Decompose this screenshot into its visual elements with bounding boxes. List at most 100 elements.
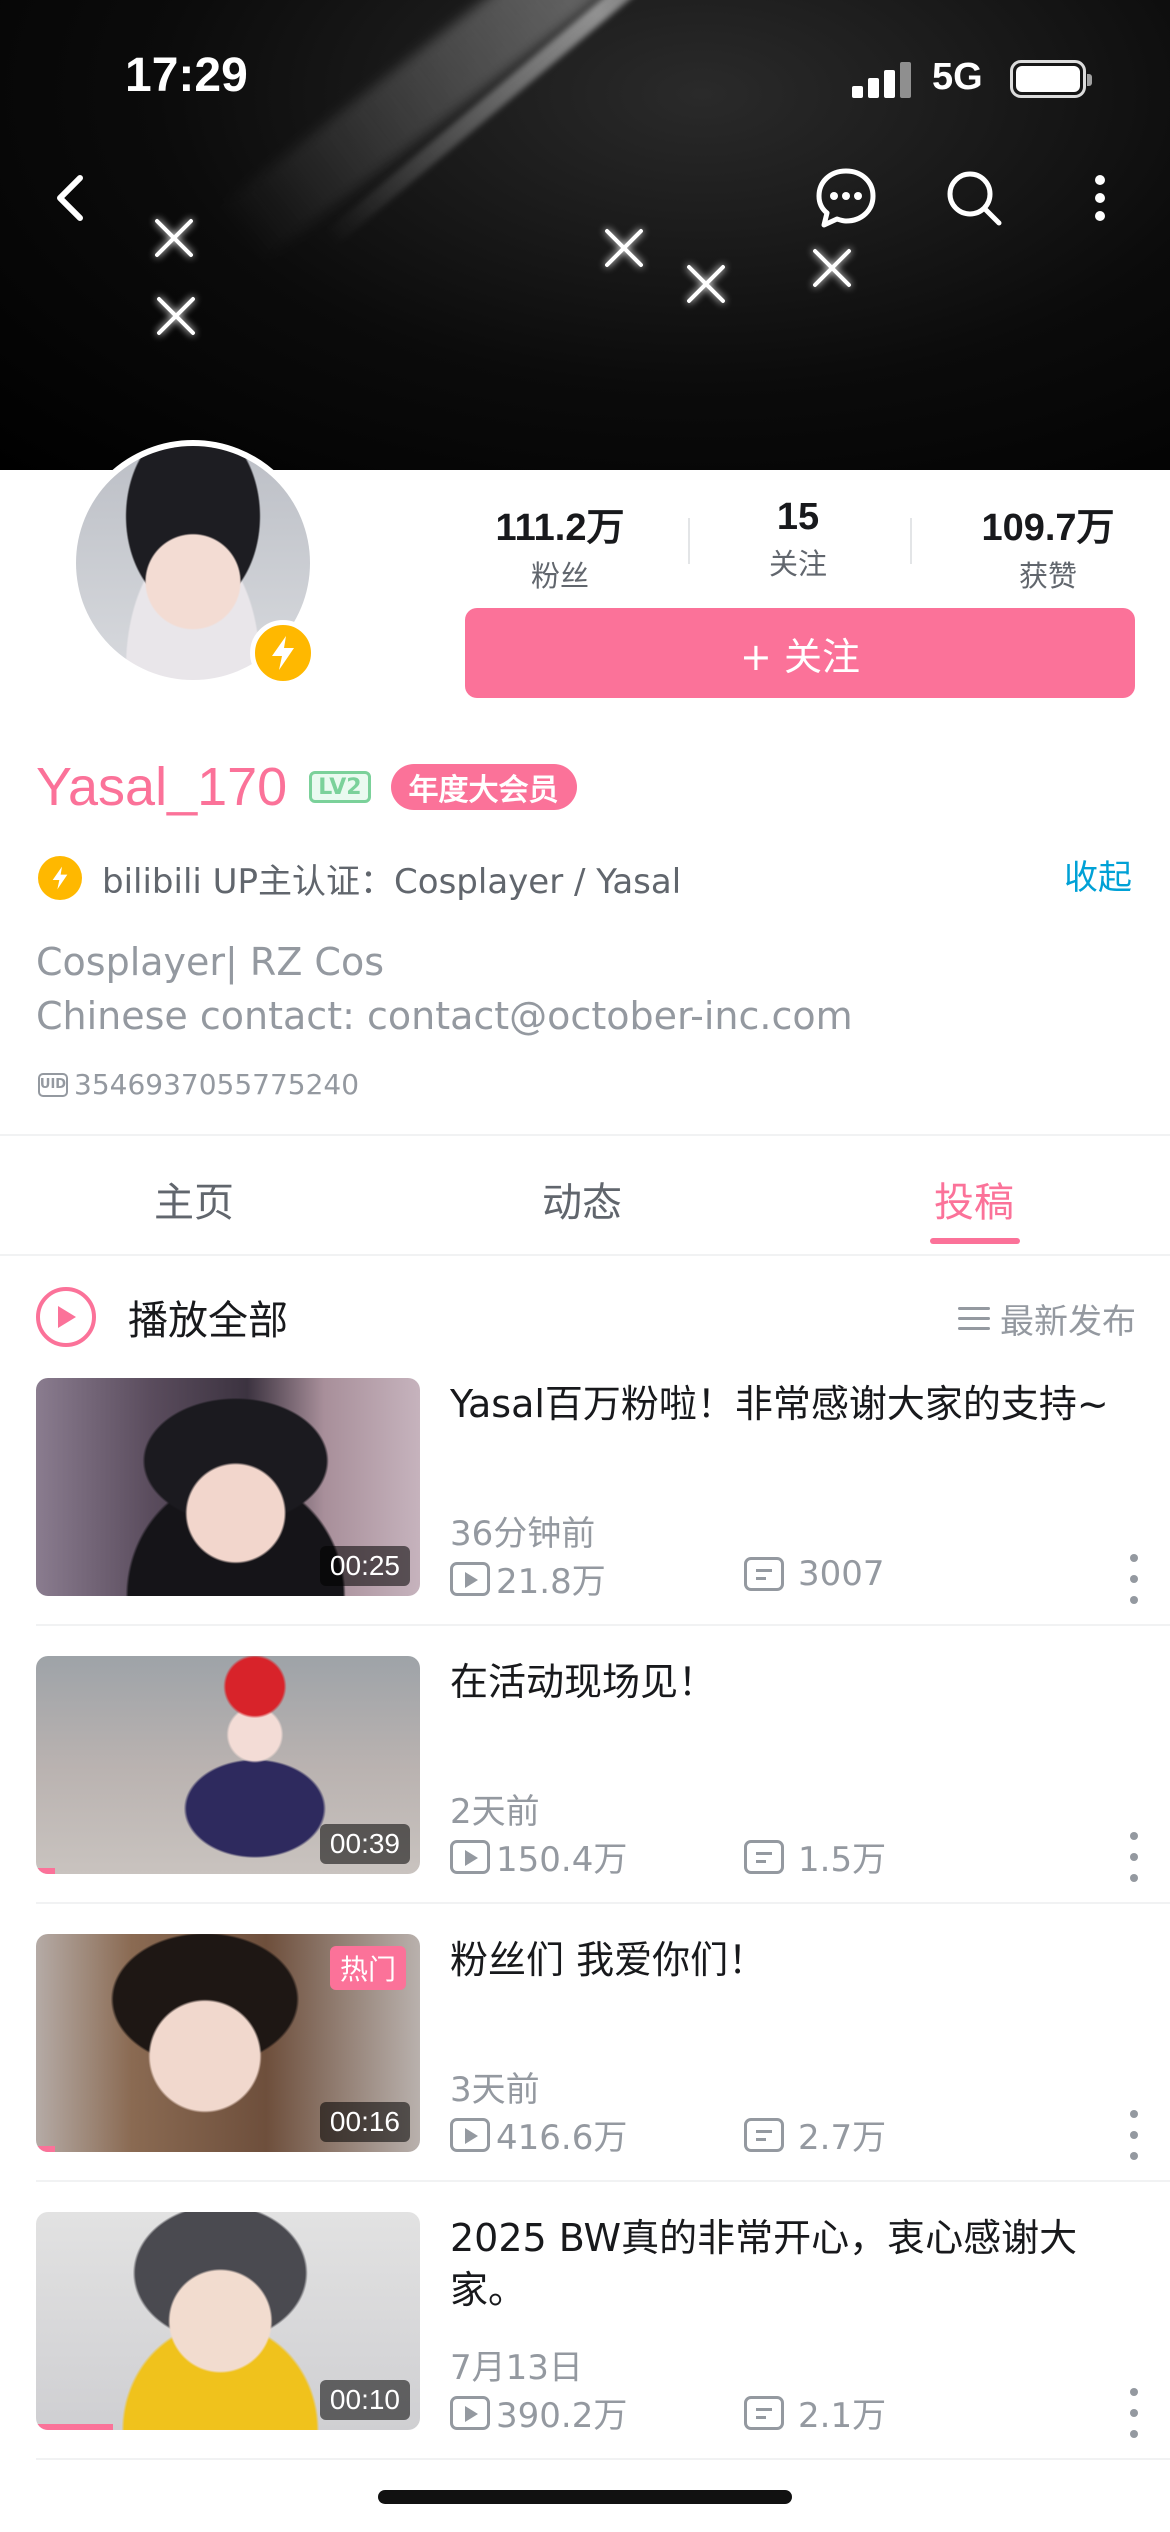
uid-row[interactable]: UID 3546937055775240	[38, 1068, 359, 1101]
battery-icon	[1010, 60, 1092, 98]
play-count: 416.6万	[496, 2118, 628, 2158]
search-icon	[947, 171, 1002, 226]
chevron-left-icon	[57, 175, 83, 221]
home-indicator[interactable]	[378, 2490, 792, 2504]
back-button[interactable]	[32, 160, 108, 236]
video-title: 粉丝们 我爱你们！	[450, 1938, 767, 1982]
stat-value: 15	[776, 496, 820, 538]
divider	[910, 518, 912, 564]
profile-stats: 111.2万 粉丝 15 关注 109.7万 获赞	[460, 496, 1140, 593]
video-duration: 00:10	[319, 2380, 410, 2420]
sparkle-icon	[150, 290, 202, 342]
video-meta: 390.2万 2.1万	[450, 2388, 1150, 2436]
video-item[interactable]: 热门 00:16 粉丝们 我爱你们！ 3天前 416.6万 2.7万	[36, 1934, 1170, 2160]
stat-value: 109.7万	[981, 507, 1115, 549]
vip-badge[interactable]: 年度大会员	[390, 764, 577, 810]
video-more-button[interactable]	[1124, 2388, 1144, 2438]
play-count-icon	[450, 1839, 490, 1874]
uid-value: 3546937055775240	[74, 1068, 360, 1101]
video-item[interactable]: 00:25 Yasal百万粉啦！非常感谢大家的支持~ 36分钟前 21.8万 3…	[36, 1378, 1170, 1604]
bio: Cosplayer| RZ Cos Chinese contact: conta…	[36, 935, 853, 1043]
stat-value: 111.2万	[495, 507, 625, 549]
chat-bubble-icon	[816, 168, 876, 228]
video-meta: 150.4万 1.5万	[450, 1832, 1150, 1880]
sparkle-icon	[680, 258, 732, 310]
hot-tag: 热门	[329, 1946, 406, 1990]
sparkle-icon	[806, 242, 858, 294]
play-count: 390.2万	[496, 2396, 628, 2436]
video-title: 2025 BW真的非常开心，衷心感谢大家。	[450, 2216, 1078, 2312]
danmaku-count: 1.5万	[798, 1840, 887, 1880]
collapse-link[interactable]: 收起	[1064, 850, 1132, 899]
sparkle-icon	[148, 212, 200, 264]
watch-progress	[36, 1868, 56, 1874]
video-duration: 00:39	[319, 1824, 410, 1864]
tab-indicator	[930, 1238, 1020, 1244]
danmaku-count: 2.7万	[798, 2118, 887, 2158]
status-bar: 17:29 5G	[0, 0, 1170, 150]
play-count-icon	[450, 1561, 490, 1596]
level-badge[interactable]: LV2	[309, 771, 371, 803]
danmaku-icon	[744, 1839, 784, 1874]
danmaku-count: 2.1万	[798, 2396, 887, 2436]
tab-home[interactable]: 主页	[94, 1170, 294, 1228]
video-thumbnail[interactable]: 热门 00:16	[36, 1934, 420, 2152]
video-more-button[interactable]	[1124, 1554, 1144, 1604]
video-item[interactable]: 00:10 2025 BW真的非常开心，衷心感谢大家。 7月13日 390.2万…	[36, 2212, 1170, 2438]
sort-button[interactable]: 最新发布	[958, 1294, 1136, 1343]
stat-label: 粉丝	[530, 559, 589, 593]
video-item[interactable]: 00:39 在活动现场见！ 2天前 150.4万 1.5万	[36, 1656, 1170, 1882]
sparkle-icon	[598, 222, 650, 274]
play-count: 150.4万	[496, 1840, 628, 1880]
video-thumbnail[interactable]: 00:10	[36, 2212, 420, 2430]
uid-icon: UID	[38, 1072, 68, 1097]
follow-button[interactable]: + 关注	[465, 608, 1135, 698]
play-icon	[58, 1306, 76, 1328]
list-icon	[958, 1305, 990, 1333]
lightning-icon	[38, 856, 82, 900]
tab-uploads[interactable]: 投稿	[874, 1170, 1074, 1228]
stat-label: 关注	[768, 547, 827, 581]
search-button[interactable]	[936, 160, 1012, 236]
profile-page: 17:29 5G 111.2万 粉丝 15 关注 109.7万 获赞 + 关注 …	[0, 0, 1170, 2532]
video-more-button[interactable]	[1124, 2110, 1144, 2160]
divider	[36, 2458, 1170, 2460]
danmaku-icon	[744, 2395, 784, 2430]
stat-following[interactable]: 15 关注	[698, 496, 898, 583]
play-all-label[interactable]: 播放全部	[128, 1288, 288, 1346]
stat-fans[interactable]: 111.2万 粉丝	[460, 496, 660, 595]
danmaku-icon	[744, 2117, 784, 2152]
video-time: 3天前	[450, 2070, 540, 2110]
video-meta: 21.8万 3007	[450, 1554, 1150, 1602]
video-duration: 00:25	[319, 1546, 410, 1586]
divider	[36, 1624, 1170, 1626]
username: Yasal_170	[36, 757, 288, 817]
verified-badge	[250, 620, 316, 686]
tab-dynamics[interactable]: 动态	[482, 1170, 682, 1228]
certification-text: bilibili UP主认证：Cosplayer / Yasal	[102, 861, 682, 902]
more-button[interactable]	[1062, 160, 1138, 236]
video-meta: 416.6万 2.7万	[450, 2110, 1150, 2158]
watch-progress	[36, 2146, 56, 2152]
video-title: Yasal百万粉啦！非常感谢大家的支持~	[450, 1382, 1109, 1426]
play-all-row: 播放全部 最新发布	[36, 1284, 1136, 1350]
profile-banner: 17:29 5G	[0, 0, 1170, 470]
divider	[36, 1902, 1170, 1904]
play-all-button[interactable]	[36, 1287, 96, 1347]
network-type: 5G	[932, 56, 983, 98]
video-title: 在活动现场见！	[450, 1660, 717, 1704]
video-time: 7月13日	[450, 2348, 583, 2388]
divider	[36, 2180, 1170, 2182]
lightning-icon	[272, 636, 294, 670]
avatar[interactable]	[70, 440, 316, 686]
stat-likes[interactable]: 109.7万 获赞	[948, 496, 1148, 595]
message-button[interactable]	[808, 160, 884, 236]
video-time: 36分钟前	[450, 1514, 596, 1554]
profile-tabs: 主页 动态 投稿	[0, 1134, 1170, 1254]
vertical-ellipsis-icon	[1095, 175, 1105, 221]
certification-row: bilibili UP主认证：Cosplayer / Yasal 收起	[38, 850, 1138, 906]
video-thumbnail[interactable]: 00:39	[36, 1656, 420, 1874]
video-more-button[interactable]	[1124, 1832, 1144, 1882]
play-count-icon	[450, 2395, 490, 2430]
video-thumbnail[interactable]: 00:25	[36, 1378, 420, 1596]
